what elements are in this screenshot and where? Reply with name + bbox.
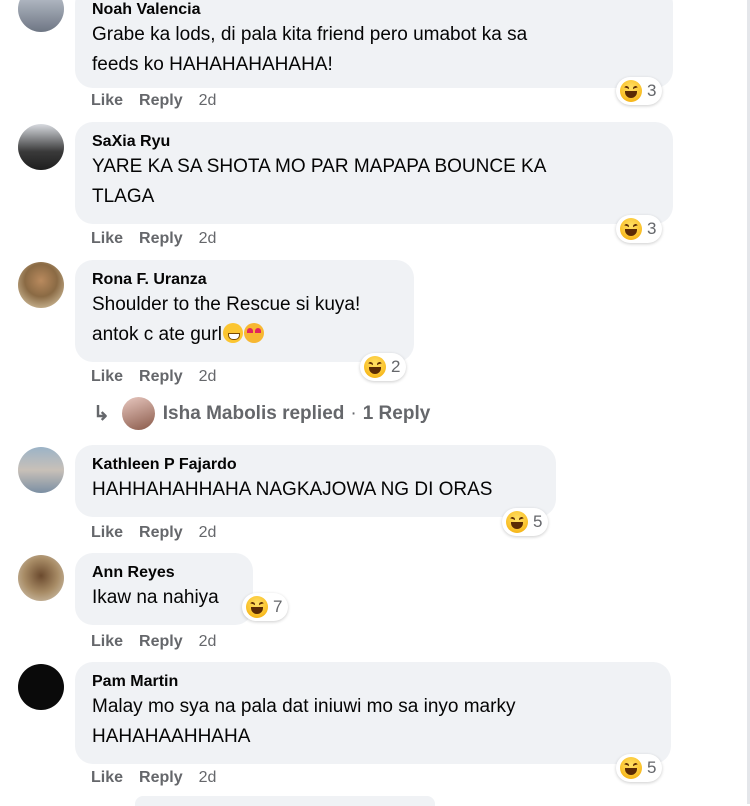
reaction-summary[interactable]: 5: [616, 754, 663, 782]
view-replies-link[interactable]: ↳ Isha Mabolis replied · 1 Reply: [93, 397, 430, 430]
comment-bubble: Rona F. Uranza Shoulder to the Rescue si…: [75, 260, 414, 362]
reaction-summary[interactable]: 3: [616, 215, 663, 243]
avatar[interactable]: [18, 124, 64, 170]
timestamp[interactable]: 2d: [199, 768, 217, 788]
separator: ·: [350, 402, 357, 424]
reaction-summary[interactable]: 2: [360, 353, 407, 381]
reply-button[interactable]: Reply: [139, 91, 183, 111]
comment-actions: Like Reply 2d: [91, 523, 216, 543]
haha-icon: [620, 80, 642, 102]
comment-text: HAHHAHAHHAHA NAGKAJOWA NG DI ORAS: [92, 479, 493, 500]
avatar[interactable]: [18, 0, 64, 32]
comment-bubble: Pam Martin Malay mo sya na pala dat iniu…: [75, 662, 671, 764]
reply-button[interactable]: Reply: [139, 632, 183, 652]
comment-actions: Like Reply 2d: [91, 229, 216, 249]
haha-icon: [364, 356, 386, 378]
timestamp[interactable]: 2d: [199, 91, 217, 111]
comment-bubble: SaXia Ryu YARE KA SA SHOTA MO PAR MAPAPA…: [75, 122, 673, 224]
comment-text: Ikaw na nahiya: [92, 587, 219, 608]
timestamp[interactable]: 2d: [199, 229, 217, 249]
reaction-summary[interactable]: 5: [502, 508, 549, 536]
haha-icon: [506, 511, 528, 533]
comment-author[interactable]: Pam Martin: [92, 672, 654, 692]
avatar[interactable]: [18, 555, 64, 601]
like-button[interactable]: Like: [91, 367, 123, 387]
comment-actions: Like Reply 2d: [91, 768, 216, 788]
comment-author[interactable]: Rona F. Uranza: [92, 270, 397, 290]
comment-text: Malay mo sya na pala dat iniuwi mo sa in…: [92, 696, 516, 747]
comment-actions: Like Reply 2d: [91, 632, 216, 652]
reply-button[interactable]: Reply: [139, 523, 183, 543]
timestamp[interactable]: 2d: [199, 367, 217, 387]
reply-button[interactable]: Reply: [139, 229, 183, 249]
avatar[interactable]: [18, 664, 64, 710]
comment-author[interactable]: Ann Reyes: [92, 563, 236, 583]
comment-bubble: Ann Reyes Ikaw na nahiya: [75, 553, 253, 625]
comment-actions: Like Reply 2d: [91, 367, 216, 387]
comment-author[interactable]: Kathleen P Fajardo: [92, 455, 539, 475]
like-button[interactable]: Like: [91, 632, 123, 652]
reaction-count: 7: [273, 597, 283, 616]
reaction-summary[interactable]: 7: [242, 593, 289, 621]
comment-author[interactable]: Noah Valencia: [92, 0, 656, 20]
comment-text: YARE KA SA SHOTA MO PAR MAPAPA BOUNCE KA…: [92, 156, 547, 207]
avatar: [121, 397, 155, 430]
comment-actions: Like Reply 2d: [91, 91, 216, 111]
haha-icon: [620, 218, 642, 240]
reaction-count: 3: [647, 81, 657, 100]
comment-author[interactable]: SaXia Ryu: [92, 132, 656, 152]
heart-eyes-icon: [243, 323, 264, 343]
comment-text: Grabe ka lods, di pala kita friend pero …: [92, 24, 528, 75]
next-comment-bubble: [135, 796, 435, 806]
avatar[interactable]: [18, 447, 64, 493]
reaction-count: 2: [391, 357, 401, 376]
reaction-count: 5: [533, 512, 543, 531]
haha-icon: [620, 757, 642, 779]
timestamp[interactable]: 2d: [199, 632, 217, 652]
like-button[interactable]: Like: [91, 91, 123, 111]
timestamp[interactable]: 2d: [199, 523, 217, 543]
comment-bubble: Kathleen P Fajardo HAHHAHAHHAHA NAGKAJOW…: [75, 445, 556, 517]
like-button[interactable]: Like: [91, 768, 123, 788]
replier-name: Isha Mabolis replied: [162, 402, 345, 424]
reply-button[interactable]: Reply: [139, 768, 183, 788]
avatar[interactable]: [18, 262, 64, 308]
reply-arrow-icon: ↳: [93, 403, 110, 425]
like-button[interactable]: Like: [91, 523, 123, 543]
reply-count: 1 Reply: [362, 402, 431, 424]
comment-text: Shoulder to the Rescue si kuya! antok c …: [92, 294, 361, 345]
like-button[interactable]: Like: [91, 229, 123, 249]
reply-button[interactable]: Reply: [139, 367, 183, 387]
reaction-count: 5: [647, 758, 657, 777]
comment-bubble: Noah Valencia Grabe ka lods, di pala kit…: [75, 0, 673, 88]
reaction-count: 3: [647, 219, 657, 238]
reaction-summary[interactable]: 3: [616, 77, 663, 105]
grinning-face-icon: [222, 323, 243, 343]
haha-icon: [246, 596, 268, 618]
